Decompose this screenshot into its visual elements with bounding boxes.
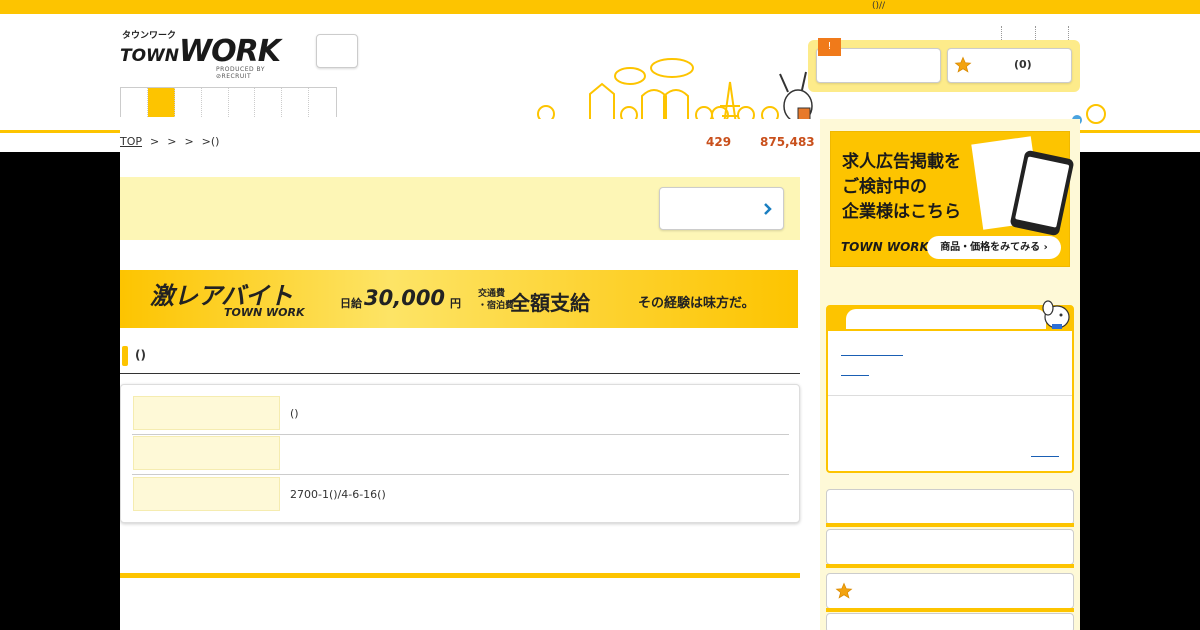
favorites-count: (0) — [1014, 58, 1032, 71]
breadcrumb-top-link[interactable]: TOP — [120, 135, 142, 148]
table-row-label — [133, 477, 280, 511]
townwork-logo[interactable]: タウンワーク TOWNWORK PRODUCED BY ⊘RECRUIT — [120, 28, 294, 80]
tab-7[interactable] — [282, 88, 310, 117]
banner-logo: TOWN WORK — [224, 306, 305, 319]
new-jobs-count: 429 — [706, 135, 732, 149]
sidebar-button-1-bar — [826, 523, 1074, 527]
favorites-button[interactable]: (0) — [947, 48, 1072, 83]
sidebar: 求人広告掲載を ご検討中の 企業様はこちら TOWN WORK 商品・価格をみて… — [820, 119, 1080, 630]
history-badge: ! — [818, 38, 841, 56]
recent-more-link-underline — [1031, 456, 1059, 457]
tab-6[interactable] — [255, 88, 283, 117]
content-bottom-divider — [120, 573, 800, 578]
sidebar-button-1[interactable] — [826, 489, 1074, 525]
recent-panel-tab — [846, 309, 1046, 329]
ad-logo: TOWN WORK — [841, 240, 929, 254]
recent-link-2-underline — [841, 375, 869, 376]
logo-produced-by: PRODUCED BY ⊘RECRUIT — [216, 66, 265, 80]
recent-link-1-underline — [841, 355, 903, 356]
search-band — [120, 177, 800, 240]
recent-link-2[interactable] — [842, 351, 870, 363]
tab-2-active[interactable] — [147, 88, 175, 117]
tab-8[interactable] — [309, 88, 336, 117]
breadcrumb-item-3[interactable]: > — [184, 135, 193, 148]
tab-5[interactable] — [229, 88, 256, 117]
sidebar-button-4[interactable] — [826, 613, 1074, 630]
main-content: TOP > > > >() 429 875,483 激レアバイト TOWN WO… — [120, 119, 820, 630]
banner-pay-label: 日給 — [340, 297, 362, 310]
sidebar-button-2-bar — [826, 564, 1074, 568]
ad-headline: 求人広告掲載を ご検討中の 企業様はこちら — [842, 152, 961, 222]
table-row-label — [133, 436, 280, 470]
advertiser-ad-banner[interactable]: 求人広告掲載を ご検討中の 企業様はこちら TOWN WORK 商品・価格をみて… — [830, 131, 1075, 267]
star-icon — [954, 56, 972, 73]
breadcrumb-item-2[interactable]: > — [167, 135, 176, 148]
breadcrumb-item-1[interactable]: > — [150, 135, 159, 148]
section-title: () — [135, 348, 146, 362]
banner-tagline: その経験は味方だ。 — [638, 296, 755, 311]
banner-pay-unit: 円 — [450, 297, 461, 310]
search-jobs-button[interactable] — [659, 187, 784, 230]
dog-mascot-icon — [1042, 300, 1070, 329]
banner-transport: 交通費 ・宿泊費 — [478, 289, 515, 311]
table-row-value: 2700-1()/4-6-16() — [290, 488, 386, 501]
banner-full-pay: 全額支給 — [510, 291, 590, 315]
banner-pay-amount: 30,000 — [364, 286, 446, 310]
recent-panel-header — [828, 307, 1072, 331]
rare-job-banner[interactable]: 激レアバイト TOWN WORK 日給 30,000 円 交通費 ・宿泊費 全額… — [120, 270, 798, 328]
top-bar-text: ()// — [872, 1, 886, 11]
table-row — [132, 435, 789, 475]
top-bar: ()// — [0, 0, 1200, 14]
logo-wordmark: TOWNWORK — [120, 34, 281, 69]
sidebar-favorites-button[interactable] — [826, 573, 1074, 609]
recent-panel-divider — [828, 395, 1072, 396]
breadcrumb-current: >() — [201, 135, 220, 148]
total-jobs-count: 875,483 — [760, 135, 815, 149]
sidebar-favorites-bar — [826, 608, 1074, 612]
star-icon — [835, 582, 853, 599]
recent-link-1[interactable] — [842, 333, 904, 345]
table-row: 2700-1()/4-6-16() — [132, 476, 789, 516]
area-select-button[interactable] — [316, 34, 358, 68]
tab-3[interactable] — [175, 88, 202, 117]
table-row: () — [132, 395, 789, 435]
company-info-table: () 2700-1()/4-6-16() — [120, 384, 800, 523]
sidebar-button-2[interactable] — [826, 529, 1074, 565]
table-row-value: () — [290, 407, 299, 420]
chevron-right-icon — [764, 203, 772, 215]
section-header: () — [120, 345, 800, 374]
recent-more-link[interactable] — [1032, 441, 1060, 453]
tab-4[interactable] — [202, 88, 229, 117]
breadcrumb: TOP > > > >() — [120, 135, 219, 148]
category-tabs — [120, 87, 337, 117]
table-row-label — [133, 396, 280, 430]
tab-1[interactable] — [121, 88, 148, 117]
recent-panel — [826, 300, 1074, 473]
section-accent-bar — [122, 346, 128, 366]
ad-cta-button[interactable]: 商品・価格をみてみる › — [927, 236, 1061, 259]
